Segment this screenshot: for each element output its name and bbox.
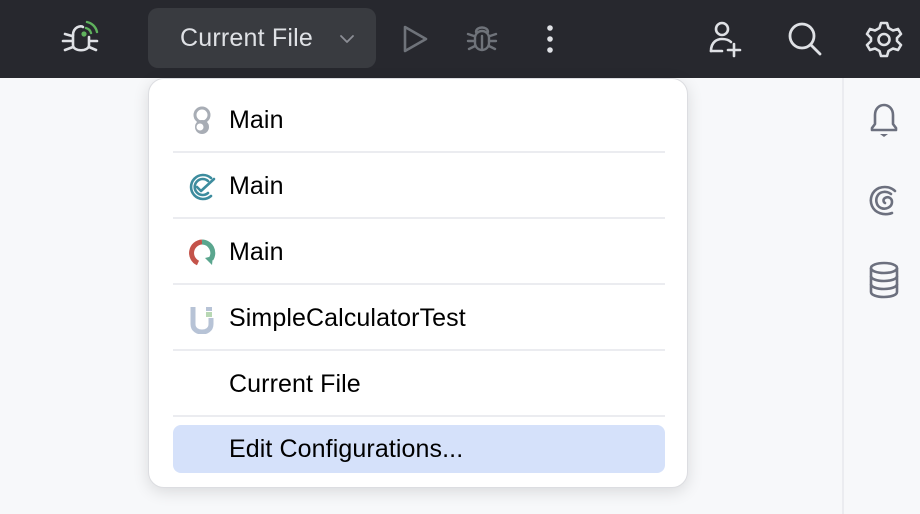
gear-icon [865,21,903,58]
menu-item-label: Current File [229,369,361,398]
spring-boot-icon [187,106,217,136]
run-configurations-popup: Main Main Main SimpleCalculatorTest Curr… [148,78,688,488]
menu-separator [173,349,665,351]
chevron-down-icon [340,35,354,43]
sidebar-divider [842,78,844,514]
coverage-icon [187,172,217,202]
settings-button[interactable] [859,14,909,64]
bug-wireless-icon [61,20,99,52]
run-configuration-label: Current File [180,23,313,52]
add-user-icon [709,21,742,58]
more-button[interactable] [525,14,575,64]
menu-item-simple-calculator-test[interactable]: SimpleCalculatorTest [173,294,665,342]
main-toolbar: Current File [0,0,920,78]
menu-item-label: Main [229,171,284,200]
menu-item-spring-main[interactable]: Main [173,96,665,144]
menu-separator [173,217,665,219]
menu-item-edit-configurations[interactable]: Edit Configurations... [173,425,665,473]
play-icon [403,25,428,53]
menu-item-coverage-main[interactable]: Main [173,162,665,210]
add-user-button[interactable] [700,14,750,64]
junit-icon [187,304,217,334]
menu-item-label: Main [229,105,284,134]
menu-item-rerun-main[interactable]: Main [173,228,665,276]
rerun-icon [187,238,217,268]
menu-separator [173,415,665,417]
menu-item-current-file[interactable]: Current File [173,360,665,408]
menu-separator [173,151,665,153]
ai-assistant-button[interactable] [860,176,908,224]
debug-button[interactable] [457,14,507,64]
search-icon [788,22,822,56]
search-button[interactable] [780,14,830,64]
spiral-ai-icon [869,185,897,216]
run-button[interactable] [390,14,440,64]
database-icon [869,261,899,299]
menu-item-label: Edit Configurations... [229,434,464,463]
more-vertical-icon [547,25,553,53]
notifications-button[interactable] [860,96,908,144]
run-configuration-dropdown[interactable]: Current File [148,8,376,68]
menu-separator [173,283,665,285]
menu-item-label: Main [229,237,284,266]
project-widget[interactable] [56,14,106,64]
database-button[interactable] [860,256,908,304]
bell-icon [870,103,898,137]
bug-icon [466,26,498,52]
menu-item-label: SimpleCalculatorTest [229,303,466,332]
